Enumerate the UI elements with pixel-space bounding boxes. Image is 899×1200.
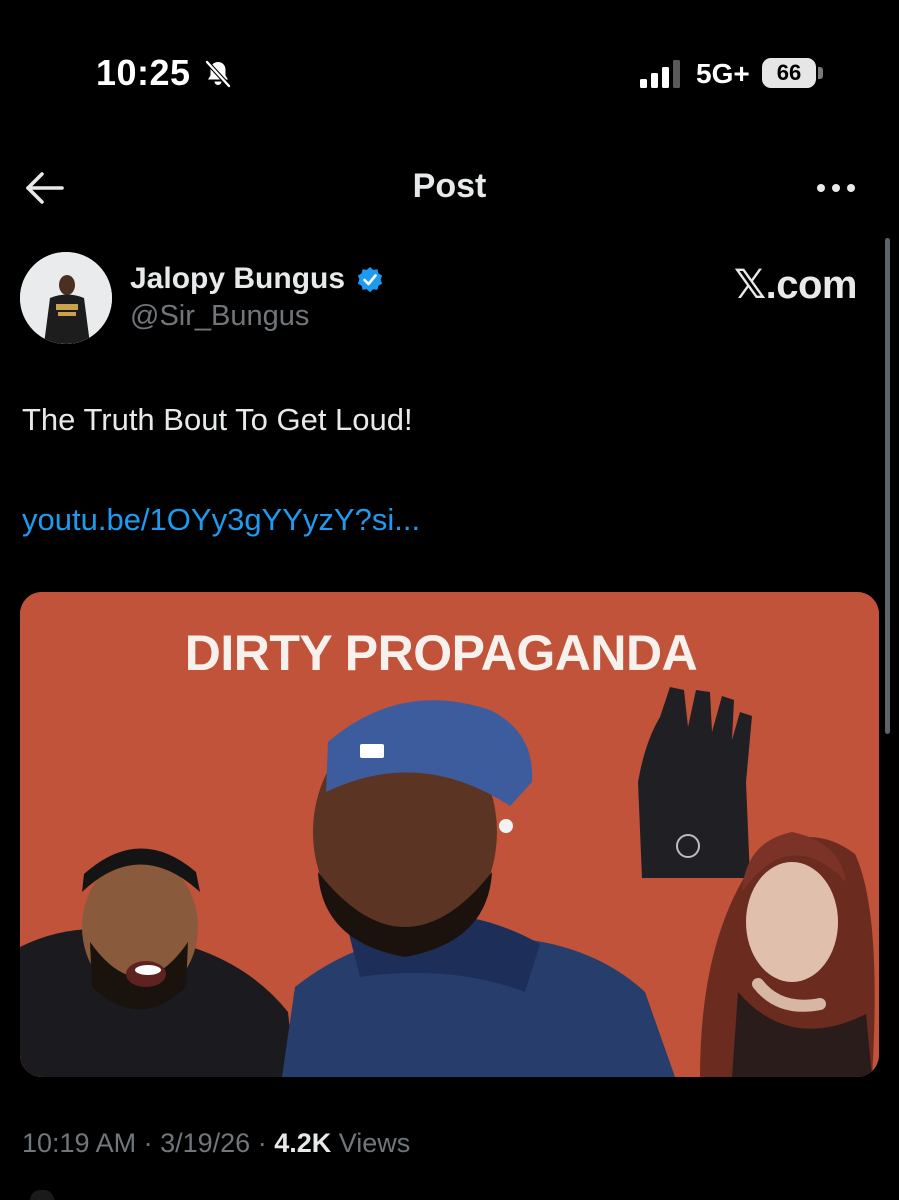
post-time: 10:19 AM bbox=[22, 1128, 137, 1158]
media-headline: DIRTY PROPAGANDA bbox=[184, 625, 698, 681]
source-label: 𝕏.com bbox=[733, 263, 858, 307]
network-type: 5G+ bbox=[696, 58, 750, 89]
meta-separator: · bbox=[143, 1128, 161, 1158]
battery-level: 66 bbox=[776, 60, 802, 85]
next-section-edge bbox=[30, 1190, 54, 1200]
page-title: Post bbox=[412, 167, 487, 205]
post-meta: 10:19 AM · 3/19/26 · 4.2K Views bbox=[22, 1128, 410, 1159]
more-horizontal-icon bbox=[817, 184, 855, 192]
views-label: Views bbox=[338, 1128, 411, 1158]
status-time: 10:25 bbox=[96, 52, 191, 93]
battery-cap bbox=[818, 67, 823, 79]
author-name[interactable]: Jalopy Bungus bbox=[130, 262, 345, 296]
more-options-button[interactable] bbox=[810, 170, 862, 206]
views-count[interactable]: 4.2K bbox=[274, 1128, 331, 1158]
post-link[interactable]: youtu.be/1OYy3gYYyzY?si... bbox=[22, 502, 420, 538]
avatar[interactable] bbox=[20, 252, 112, 344]
post-date: 3/19/26 bbox=[160, 1128, 251, 1158]
post-screen: 10:25 5G+ 66 Post Jalopy Bungus @Sir_Bun… bbox=[0, 0, 899, 1200]
meta-separator: · bbox=[257, 1128, 275, 1158]
author-handle[interactable]: @Sir_Bungus bbox=[130, 300, 309, 333]
bell-slash-icon bbox=[205, 60, 231, 88]
cellular-signal-icon bbox=[640, 60, 680, 88]
verified-badge-icon bbox=[357, 267, 383, 293]
scrollbar[interactable] bbox=[885, 238, 890, 734]
battery-icon: 66 bbox=[762, 58, 816, 88]
post-text: The Truth Bout To Get Loud! bbox=[22, 402, 413, 437]
status-bar: 10:25 5G+ 66 bbox=[0, 0, 899, 140]
